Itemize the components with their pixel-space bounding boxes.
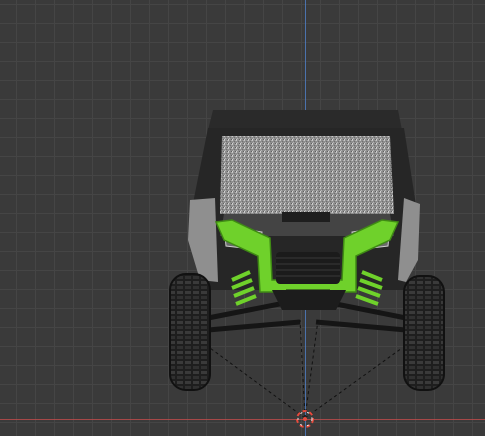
- utv-skid-plate: [272, 290, 346, 310]
- utv-windshield: [220, 136, 394, 214]
- scene-svg[interactable]: [0, 0, 485, 436]
- origin-cursor-icon[interactable]: [296, 410, 314, 428]
- 3d-viewport[interactable]: [0, 0, 485, 436]
- guide-lines: [209, 319, 403, 419]
- utv-left-wheel: [169, 273, 211, 391]
- utv-left-panel: [188, 198, 218, 282]
- utv-model[interactable]: [169, 110, 445, 391]
- utv-hood-vent: [282, 212, 330, 222]
- utv-right-wheel: [403, 275, 445, 391]
- utv-grille: [276, 252, 340, 284]
- utv-roof: [208, 110, 402, 130]
